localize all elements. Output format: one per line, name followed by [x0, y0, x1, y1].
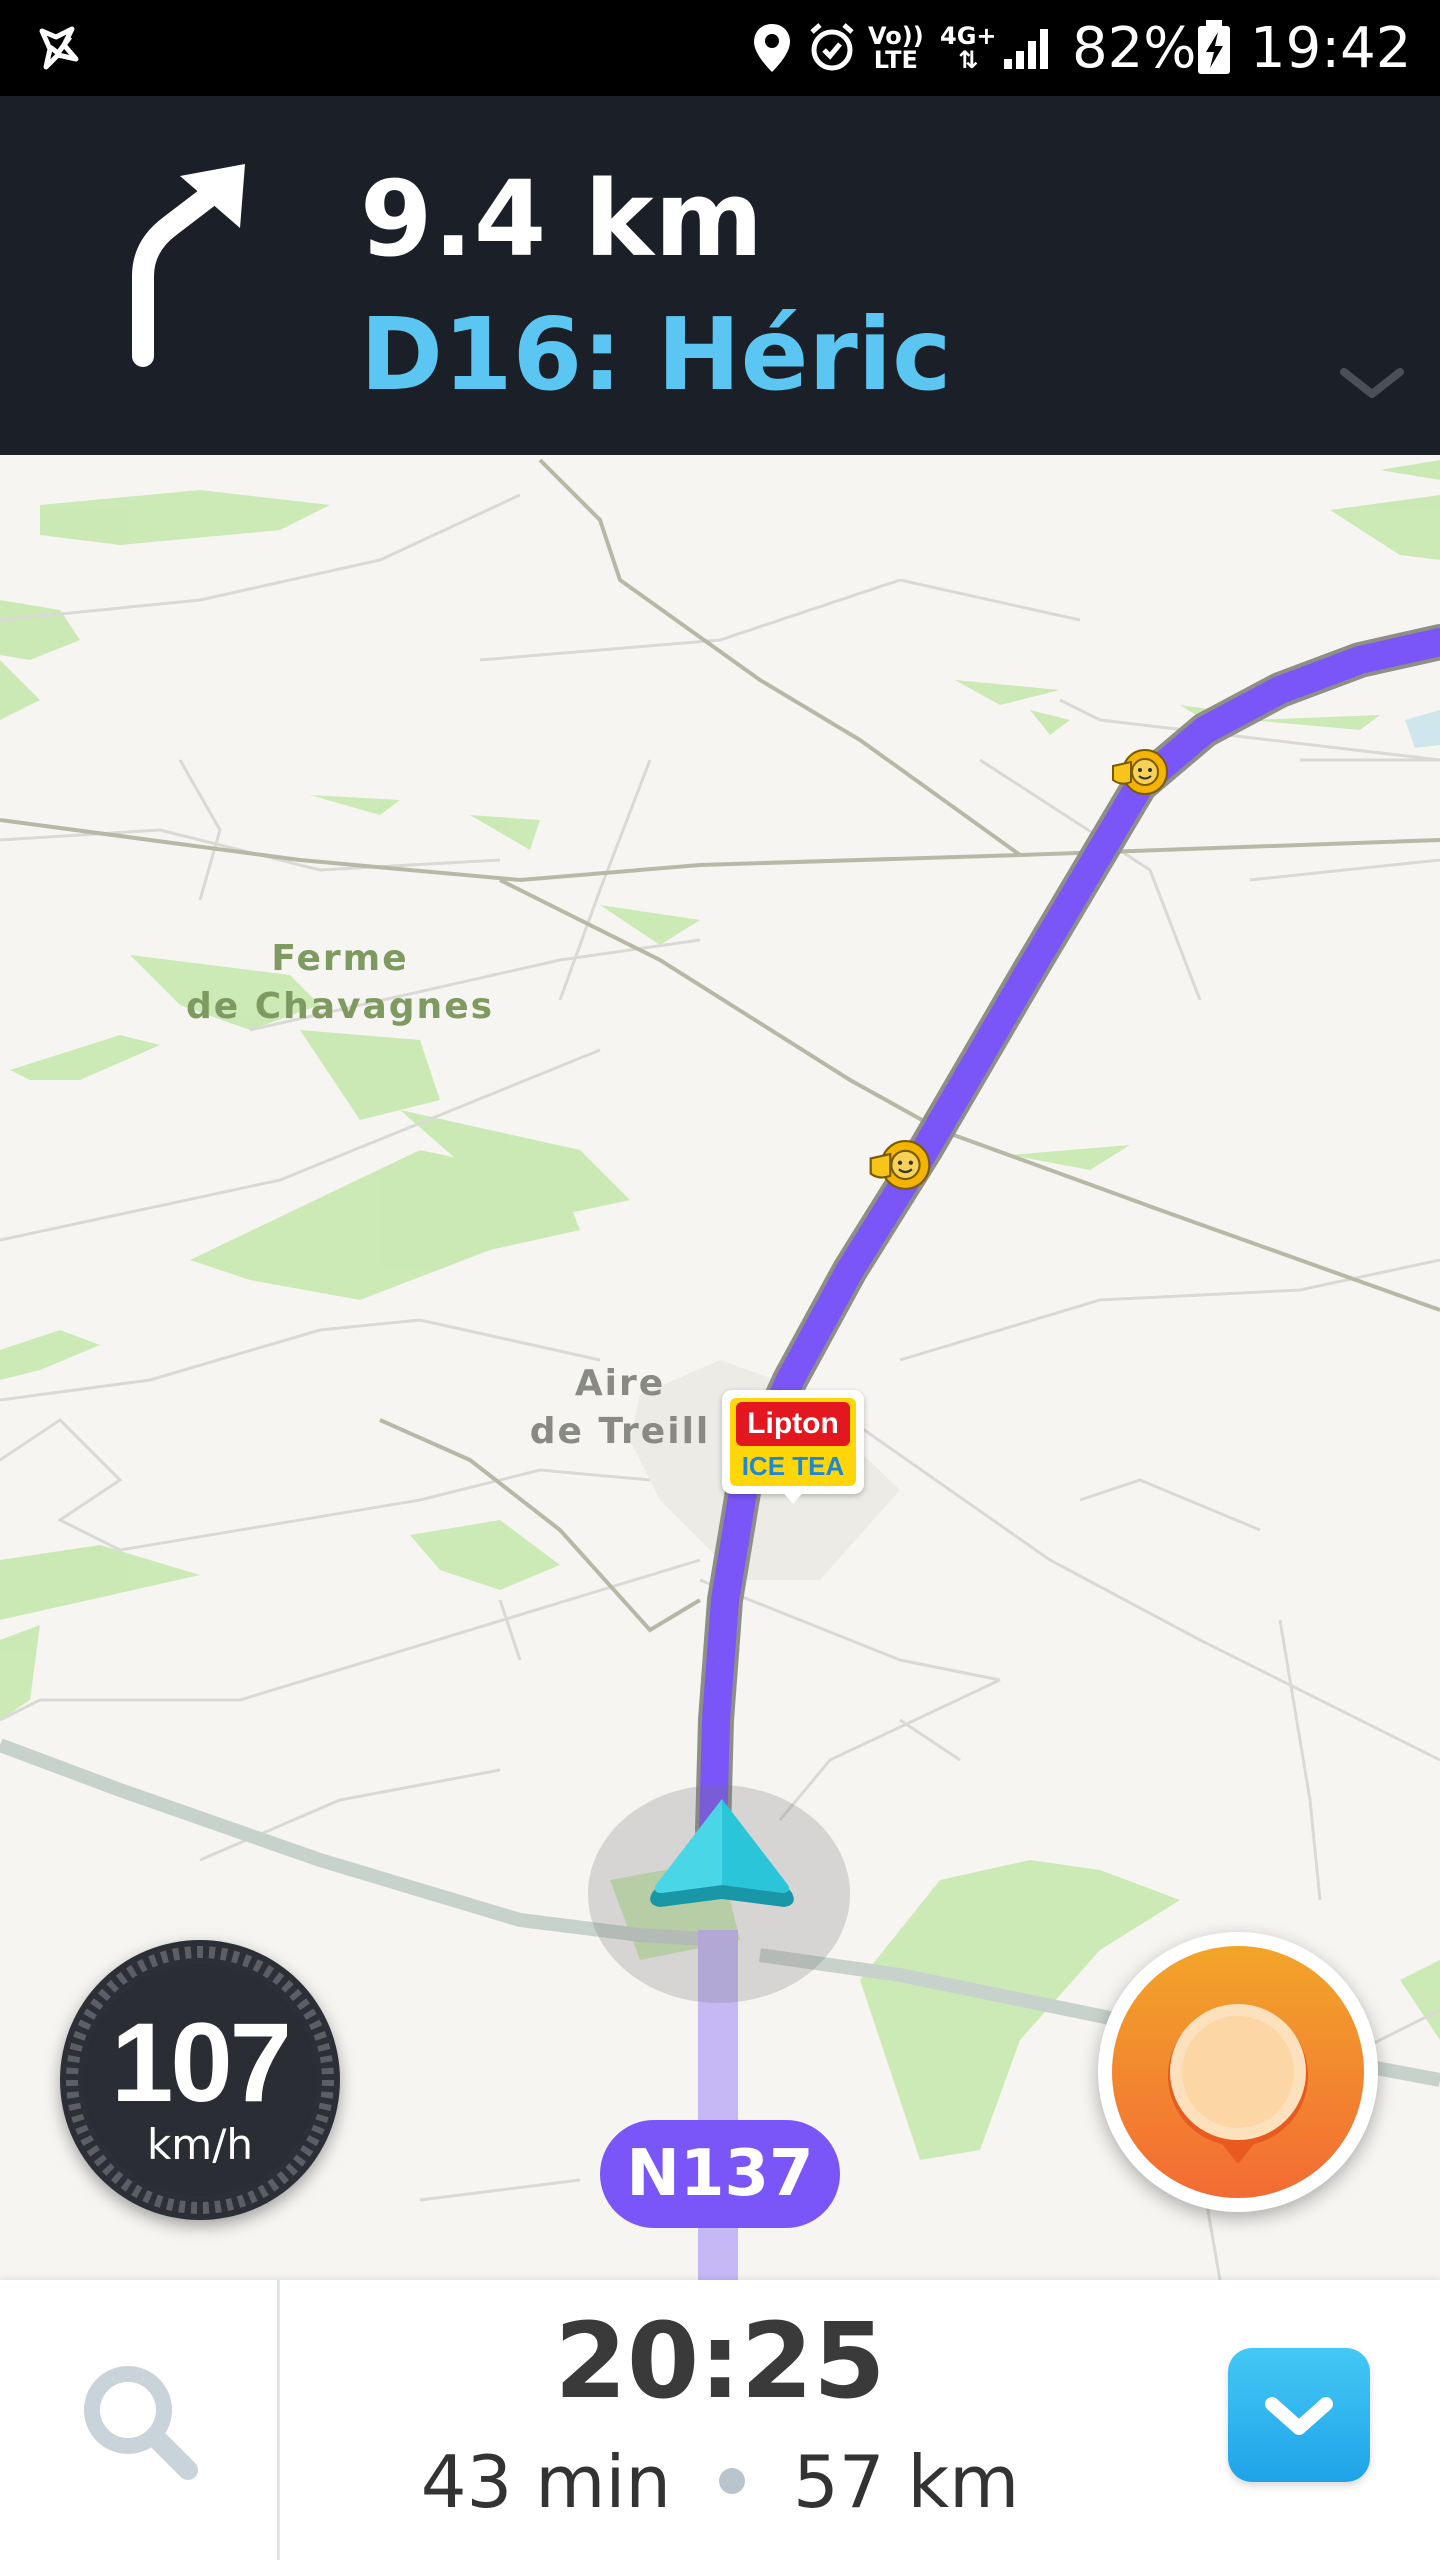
status-bar: Vo)) LTE 4G+ ⇅ 82% 19:42	[0, 0, 1440, 96]
battery-charging-icon	[1196, 0, 1232, 96]
clock: 19:42	[1250, 15, 1412, 81]
next-street-name: D16: Héric	[360, 296, 952, 413]
next-turn-distance: 9.4 km	[360, 158, 764, 280]
bottom-bar: 20:25 43 min 57 km	[0, 2280, 1440, 2560]
navigation-banner[interactable]: 9.4 km D16: Héric	[0, 96, 1440, 455]
sunflower-icon[interactable]	[1105, 740, 1175, 811]
place-name-line2: de Chavagnes	[185, 986, 495, 1027]
ad-product: ICE TEA	[741, 1451, 845, 1481]
report-pin-icon	[1112, 1946, 1364, 2198]
collapse-button[interactable]	[1228, 2348, 1370, 2482]
place-name-line1: Ferme	[271, 938, 409, 979]
battery-percent: 82%	[1072, 15, 1197, 81]
waze-check-icon	[36, 0, 86, 96]
network-4g-icon: 4G+ ⇅	[940, 22, 997, 74]
report-button[interactable]	[1098, 1932, 1378, 2212]
place-label-aire-de-treill: Aire de Treill	[520, 1360, 720, 1456]
chevron-down-icon[interactable]	[1340, 366, 1404, 407]
volte-line1: Vo))	[868, 22, 924, 50]
speed-unit: km/h	[146, 2120, 253, 2169]
trip-summary[interactable]: 43 min 57 km	[280, 2440, 1160, 2524]
alarm-icon	[808, 0, 856, 96]
separator-dot	[718, 2468, 745, 2495]
arrival-time[interactable]: 20:25	[280, 2300, 1160, 2422]
place-label-ferme-de-chavagnes: Ferme de Chavagnes	[170, 935, 510, 1031]
ad-brand: Lipton	[736, 1402, 850, 1446]
network-type: 4G+	[940, 22, 997, 50]
ad-pin[interactable]: Lipton ICE TEA	[722, 1390, 864, 1504]
speedometer: 107 km/h	[60, 1940, 340, 2220]
search-icon	[84, 2366, 198, 2480]
signal-bars-icon	[1002, 0, 1054, 96]
location-pin-icon	[752, 0, 792, 96]
current-speed: 107	[111, 2000, 292, 2125]
vehicle-arrow-icon	[640, 1795, 804, 1930]
sunflower-icon[interactable]	[862, 1130, 938, 1207]
search-button[interactable]	[60, 2340, 220, 2500]
road-name-badge: N137	[600, 2120, 840, 2228]
chevron-down-icon	[1265, 2397, 1333, 2435]
trip-duration: 43 min	[420, 2440, 671, 2524]
turn-right-arrow-icon	[110, 155, 270, 381]
place-name-line1: Aire	[574, 1363, 666, 1404]
volte-icon: Vo)) LTE	[868, 0, 924, 96]
trip-distance: 57 km	[792, 2440, 1020, 2524]
volte-line2: LTE	[873, 46, 918, 74]
place-name-line2: de Treill	[529, 1411, 711, 1452]
